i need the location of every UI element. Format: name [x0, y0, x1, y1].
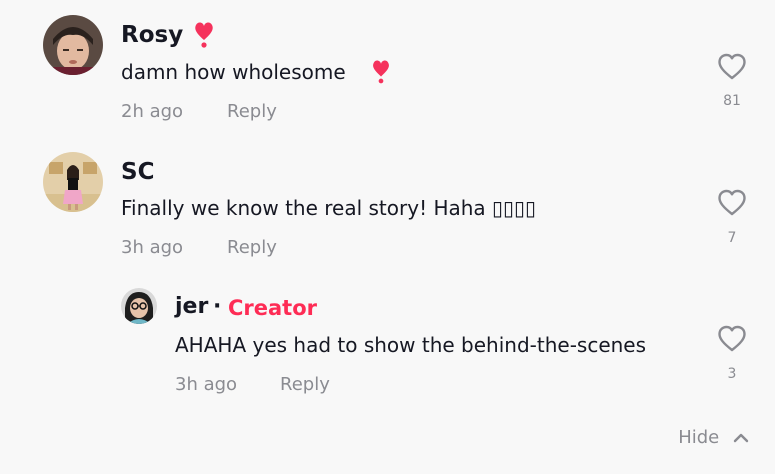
hide-replies-button[interactable]: Hide — [678, 429, 749, 447]
reply-time: 3h ago — [175, 374, 238, 395]
avatar[interactable] — [121, 288, 157, 324]
separator-dot: · — [213, 294, 222, 319]
hide-label: Hide — [678, 427, 720, 448]
reply-author[interactable]: jer — [175, 296, 208, 318]
reply-text: AHAHA yes had to show the behind-the-sce… — [175, 333, 647, 357]
heart-outline-icon[interactable] — [717, 324, 747, 354]
creator-badge: Creator — [228, 296, 318, 320]
reply-item: jer · Creator AHAHA yes had to show the … — [0, 0, 775, 410]
like-count: 3 — [727, 366, 737, 382]
reply-button[interactable]: Reply — [280, 376, 330, 394]
chevron-up-icon — [733, 429, 749, 447]
comments-panel: Rosy damn how wholesome 2h ago Reply 81 — [0, 0, 775, 474]
